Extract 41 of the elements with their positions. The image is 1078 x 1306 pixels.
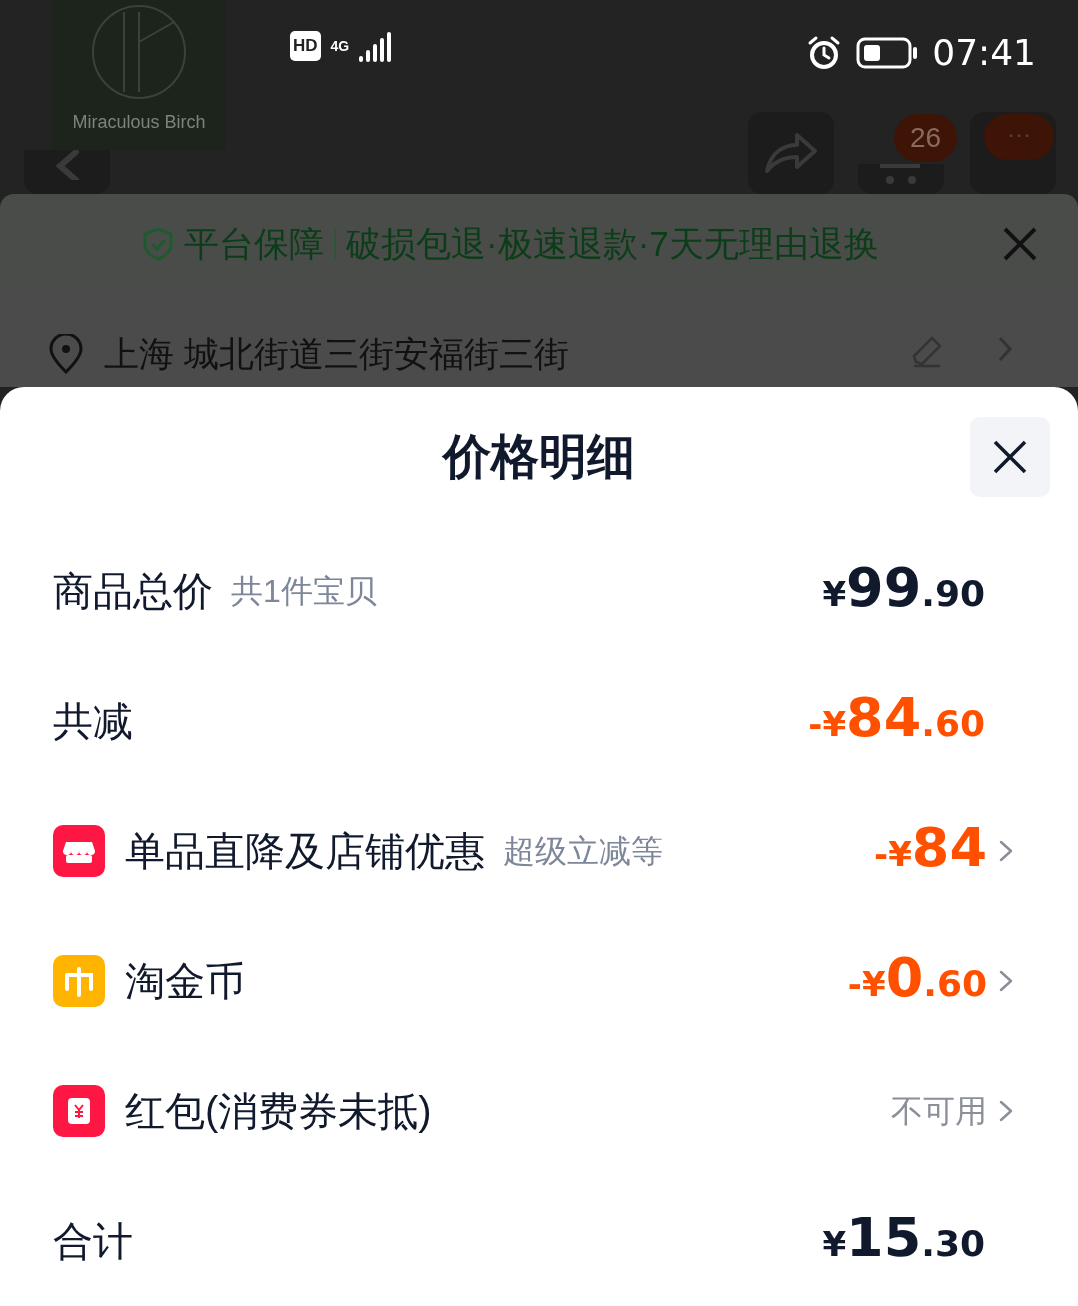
close-icon[interactable]: [1002, 226, 1038, 262]
address-text: 上海 城北街道三街安福街三街: [104, 334, 569, 374]
close-icon: [992, 439, 1028, 475]
row-label: 单品直降及店铺优惠: [125, 828, 485, 875]
sheet-title: 价格明细: [443, 428, 635, 485]
shield-icon: [142, 226, 174, 262]
status-text: 不可用: [891, 1093, 987, 1129]
price-amount: -¥84.60: [808, 685, 985, 751]
cart-count-badge: 26: [894, 114, 958, 162]
row-label: 淘金币: [125, 958, 245, 1005]
row-label: 红包(消费券未抵): [125, 1088, 432, 1135]
discount-row[interactable]: 淘金币 -¥0.60: [53, 916, 1015, 1046]
total-label: 合计: [53, 1218, 133, 1265]
share-icon: [763, 131, 819, 175]
logo-text: Miraculous Birch: [72, 111, 206, 134]
hd-indicator: HD: [290, 31, 321, 61]
edit-icon[interactable]: [910, 334, 944, 368]
discount-amount: -¥84: [874, 815, 987, 881]
chevron-right-icon: [996, 334, 1014, 364]
price-amount: ¥99.90: [822, 555, 985, 621]
close-button[interactable]: [970, 417, 1050, 497]
row-note: 超级立减等: [503, 832, 663, 871]
discount-row[interactable]: 单品直降及店铺优惠 超级立减等 -¥84: [53, 786, 1015, 916]
row-note: 共1件宝贝: [231, 572, 377, 611]
envelope-icon: [53, 1085, 105, 1137]
discount-amount: -¥0.60: [847, 945, 987, 1011]
share-button[interactable]: [748, 112, 834, 194]
network-type: 4G: [330, 36, 350, 56]
guarantee-title: 平台保障: [184, 222, 324, 265]
signal-icon: [359, 30, 394, 62]
back-button[interactable]: [24, 150, 110, 194]
total-amount: ¥15.30: [822, 1205, 985, 1271]
location-pin-icon: [48, 334, 84, 374]
battery-icon: [856, 37, 919, 69]
coin-icon: [53, 955, 105, 1007]
discount-row[interactable]: 红包(消费券未抵) 不可用: [53, 1046, 1015, 1176]
row-label: 共减: [53, 698, 133, 745]
clock: 07:41: [932, 31, 1036, 75]
store-icon: [53, 825, 105, 877]
row-label: 商品总价: [53, 568, 213, 615]
guarantee-text: 破损包退·极速退款·7天无理由退换: [346, 222, 879, 265]
